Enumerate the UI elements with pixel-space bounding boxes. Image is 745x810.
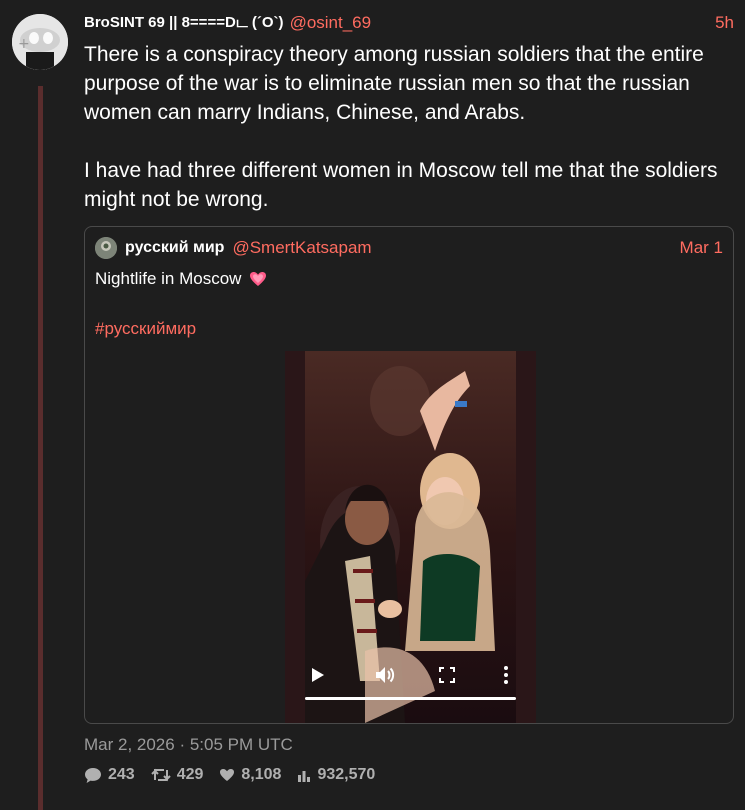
like-count: 8,108 xyxy=(241,766,282,783)
tweet-paragraph: I have had three different women in Mosc… xyxy=(84,159,718,211)
retweet-icon xyxy=(150,768,171,782)
avatar[interactable]: + xyxy=(12,14,68,70)
author-handle[interactable]: @osint_69 xyxy=(290,13,372,33)
tweet-date[interactable]: Mar 2, 2026 · 5:05 PM UTC xyxy=(84,735,293,755)
quoted-avatar-image xyxy=(95,237,117,259)
play-icon[interactable] xyxy=(305,663,329,687)
fullscreen-icon[interactable] xyxy=(435,663,459,687)
thread-line xyxy=(38,86,43,810)
author-name[interactable]: BroSINT 69 || 8====Dட (´O`) xyxy=(84,14,284,33)
video-controls xyxy=(285,653,536,723)
quoted-author-handle[interactable]: @SmertKatsapam xyxy=(232,238,371,258)
video-player[interactable] xyxy=(285,351,536,723)
bar-chart-icon xyxy=(298,771,311,782)
tweet-paragraph: There is a conspiracy theory among russi… xyxy=(84,43,704,124)
retweet-stat[interactable]: 429 xyxy=(150,766,204,784)
tweet-stats: 243 429 8,108 932,570 xyxy=(84,766,391,784)
more-options-icon[interactable] xyxy=(494,663,518,687)
quoted-tweet-header: русский мир @SmertKatsapam Mar 1 xyxy=(95,237,723,259)
volume-icon[interactable] xyxy=(373,663,397,687)
heart-icon xyxy=(250,272,267,286)
reply-count: 243 xyxy=(108,766,135,783)
views-count: 932,570 xyxy=(317,766,376,783)
quoted-text: Nightlife in Moscow xyxy=(95,269,267,289)
heart-icon xyxy=(220,769,235,781)
quoted-date[interactable]: Mar 1 xyxy=(680,238,723,258)
quoted-text-content: Nightlife in Moscow xyxy=(95,269,242,288)
views-stat[interactable]: 932,570 xyxy=(297,766,375,784)
like-stat[interactable]: 8,108 xyxy=(219,766,281,784)
quoted-author-name[interactable]: русский мир xyxy=(125,239,224,257)
svg-text:+: + xyxy=(18,36,30,52)
quoted-avatar[interactable] xyxy=(95,237,117,259)
video-progress-bar[interactable] xyxy=(305,697,516,700)
retweet-count: 429 xyxy=(176,766,204,783)
quoted-tweet[interactable]: русский мир @SmertKatsapam Mar 1 Nightli… xyxy=(84,226,734,724)
comment-icon xyxy=(85,767,101,783)
quoted-hashtag[interactable]: #русскиймир xyxy=(95,319,196,339)
tweet-text: There is a conspiracy theory among russi… xyxy=(84,40,734,214)
tweet-time[interactable]: 5h xyxy=(715,13,734,33)
avatar-image: + xyxy=(12,14,68,70)
reply-stat[interactable]: 243 xyxy=(84,766,135,784)
tweet-header: BroSINT 69 || 8====Dட (´O`) @osint_69 5h xyxy=(84,12,734,34)
